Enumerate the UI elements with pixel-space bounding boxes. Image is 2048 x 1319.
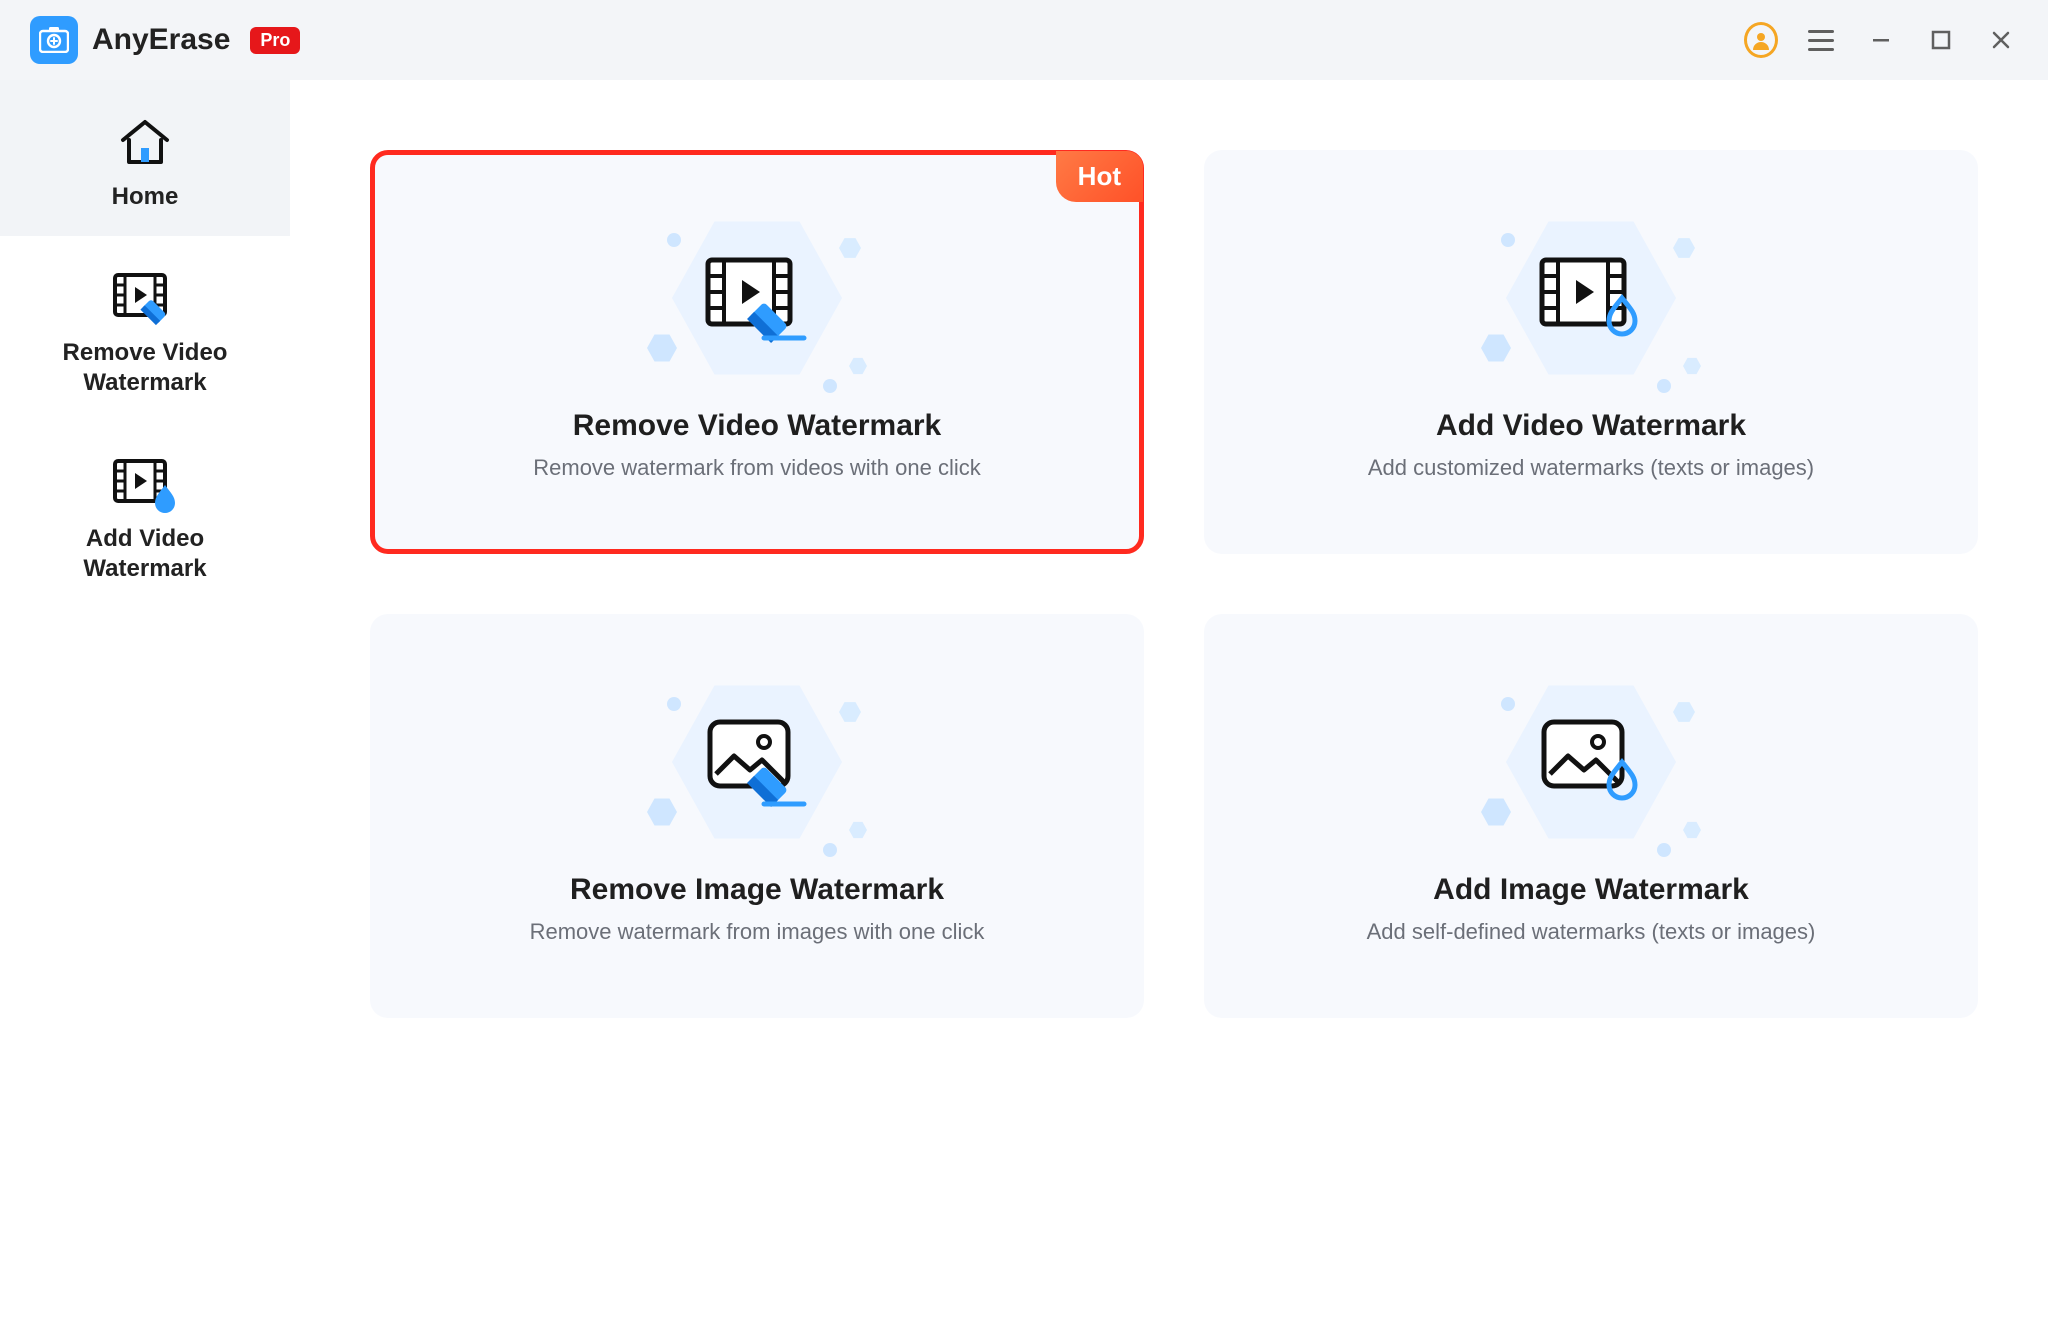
titlebar: AnyErase Pro: [0, 0, 2048, 80]
hamburger-icon: [1808, 30, 1834, 51]
card-illustration: [647, 203, 867, 393]
minimize-button[interactable]: [1864, 23, 1898, 57]
hot-badge: Hot: [1056, 151, 1143, 202]
card-remove-image-watermark[interactable]: Remove Image Watermark Remove watermark …: [370, 614, 1144, 1018]
sidebar: Home Remove Video Watermark: [0, 80, 290, 1319]
card-title: Add Image Watermark: [1433, 873, 1749, 907]
card-title: Remove Video Watermark: [573, 409, 941, 443]
window-controls: [1744, 23, 2018, 57]
sidebar-item-add-video-watermark[interactable]: Add Video Watermark: [0, 422, 290, 608]
card-title: Remove Image Watermark: [570, 873, 944, 907]
home-icon: [10, 110, 280, 174]
maximize-icon: [1930, 29, 1952, 51]
minimize-icon: [1869, 28, 1893, 52]
card-remove-video-watermark[interactable]: Hot: [370, 150, 1144, 554]
close-icon: [1989, 28, 2013, 52]
card-desc: Remove watermark from images with one cl…: [530, 919, 985, 945]
card-desc: Add customized watermarks (texts or imag…: [1368, 455, 1814, 481]
card-desc: Remove watermark from videos with one cl…: [533, 455, 980, 481]
card-add-video-watermark[interactable]: Add Video Watermark Add customized water…: [1204, 150, 1978, 554]
card-illustration: [1481, 667, 1701, 857]
app-name: AnyErase: [92, 23, 230, 57]
image-drop-icon: [1536, 714, 1646, 810]
video-drop-icon: [1536, 252, 1646, 344]
card-title: Add Video Watermark: [1436, 409, 1746, 443]
sidebar-item-home[interactable]: Home: [0, 80, 290, 236]
card-illustration: [647, 667, 867, 857]
brand: AnyErase Pro: [30, 16, 300, 64]
edition-badge: Pro: [250, 27, 300, 54]
sidebar-item-label: Add Video Watermark: [10, 524, 280, 584]
close-button[interactable]: [1984, 23, 2018, 57]
menu-button[interactable]: [1804, 23, 1838, 57]
sidebar-item-label: Home: [10, 182, 280, 212]
video-eraser-icon: [10, 266, 280, 330]
sidebar-item-label: Remove Video Watermark: [10, 338, 280, 398]
video-eraser-icon: [702, 252, 812, 344]
main-content: Hot: [290, 80, 2048, 1319]
sidebar-item-remove-video-watermark[interactable]: Remove Video Watermark: [0, 236, 290, 422]
video-drop-icon: [10, 452, 280, 516]
card-add-image-watermark[interactable]: Add Image Watermark Add self-defined wat…: [1204, 614, 1978, 1018]
card-desc: Add self-defined watermarks (texts or im…: [1367, 919, 1816, 945]
card-illustration: [1481, 203, 1701, 393]
maximize-button[interactable]: [1924, 23, 1958, 57]
user-icon: [1744, 22, 1778, 58]
app-logo-icon: [30, 16, 78, 64]
account-button[interactable]: [1744, 23, 1778, 57]
image-eraser-icon: [702, 714, 812, 810]
